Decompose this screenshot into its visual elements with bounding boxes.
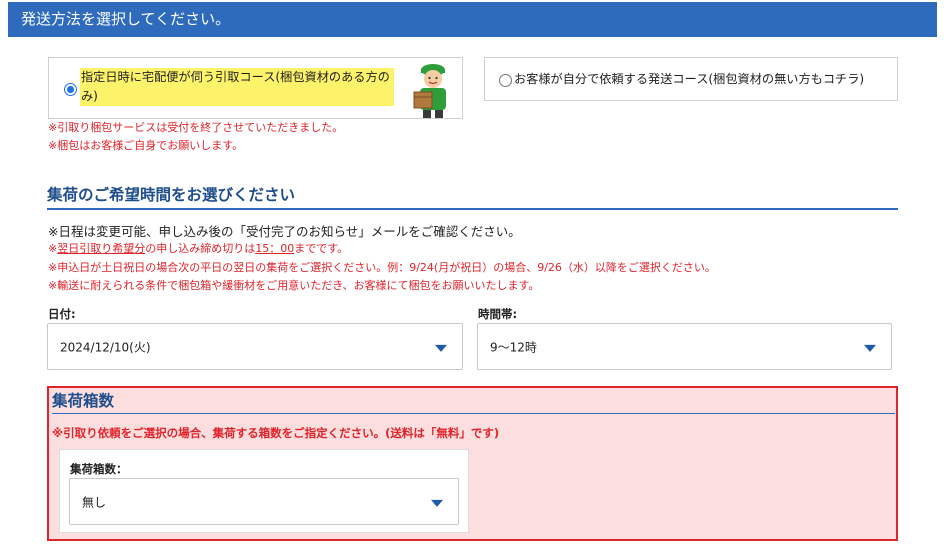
pickup-course-label: 指定日時に宅配便が伺う引取コース(梱包資材のある方のみ) bbox=[80, 68, 394, 106]
deadline-middle: の申し込み締め切りは bbox=[145, 242, 256, 255]
box-count-section: 集荷箱数 ※引取り依頼をご選択の場合、集荷する箱数をご指定ください。(送料は「無… bbox=[47, 386, 898, 541]
courier-icon bbox=[413, 64, 446, 118]
pickup-note-1: ※引取り梱包サービスは受付を終了させていただきました。 bbox=[48, 121, 344, 134]
pickup-course-radio[interactable] bbox=[64, 83, 77, 96]
deadline-note: ※翌日引取り希望分の申し込み締め切りは15：00までです。 bbox=[48, 241, 348, 257]
date-label: 日付: bbox=[48, 307, 76, 321]
date-select[interactable]: 2024/12/10(火) bbox=[47, 323, 463, 370]
time-slot-label: 時間帯: bbox=[478, 307, 518, 321]
time-slot-value: 9～12時 bbox=[490, 340, 537, 354]
page-header: 発送方法を選択してください。 bbox=[8, 2, 937, 37]
deadline-time-link[interactable]: 15：00 bbox=[255, 242, 294, 255]
packing-note: ※輸送に耐えられる条件で梱包箱や緩衝材をご用意いただき、お客様にて梱包をお願いい… bbox=[48, 279, 540, 292]
box-count-select[interactable]: 無し bbox=[69, 478, 459, 525]
chevron-down-icon bbox=[431, 499, 443, 507]
chevron-down-icon bbox=[435, 344, 447, 352]
chevron-down-icon bbox=[864, 344, 876, 352]
deadline-suffix: までです。 bbox=[294, 242, 349, 255]
self-ship-course-option[interactable]: お客様が自分で依頼する発送コース(梱包資材の無い方もコチラ) bbox=[484, 57, 898, 101]
box-count-panel: 集荷箱数： 無し bbox=[59, 449, 469, 533]
box-count-label: 集荷箱数： bbox=[70, 462, 128, 476]
self-ship-course-label: お客様が自分で依頼する発送コース(梱包資材の無い方もコチラ) bbox=[514, 72, 865, 86]
next-day-pickup-link[interactable]: 翌日引取り希望分 bbox=[57, 242, 145, 255]
pickup-course-option[interactable]: 指定日時に宅配便が伺う引取コース(梱包資材のある方のみ) bbox=[48, 57, 463, 119]
schedule-info: ※日程は変更可能、申し込み後の「受付完了のお知らせ」メールをご確認ください。 bbox=[48, 224, 521, 239]
time-slot-select[interactable]: 9～12時 bbox=[477, 323, 892, 370]
deadline-prefix: ※ bbox=[48, 242, 58, 255]
self-ship-course-radio[interactable] bbox=[499, 74, 512, 87]
pickup-note-2: ※梱包はお客様ご自身でお願いします。 bbox=[48, 139, 244, 152]
date-value: 2024/12/10(火) bbox=[60, 340, 151, 354]
box-count-note: ※引取り依頼をご選択の場合、集荷する箱数をご指定ください。(送料は「無料」です) bbox=[52, 426, 500, 440]
box-count-title: 集荷箱数 bbox=[52, 390, 895, 414]
holiday-note: ※申込日が土日祝日の場合次の平日の翌日の集荷をご選択ください。例：9/24(月が… bbox=[48, 261, 716, 274]
box-count-value: 無し bbox=[82, 495, 107, 509]
pickup-time-title: 集荷のご希望時間をお選びください bbox=[47, 184, 898, 210]
